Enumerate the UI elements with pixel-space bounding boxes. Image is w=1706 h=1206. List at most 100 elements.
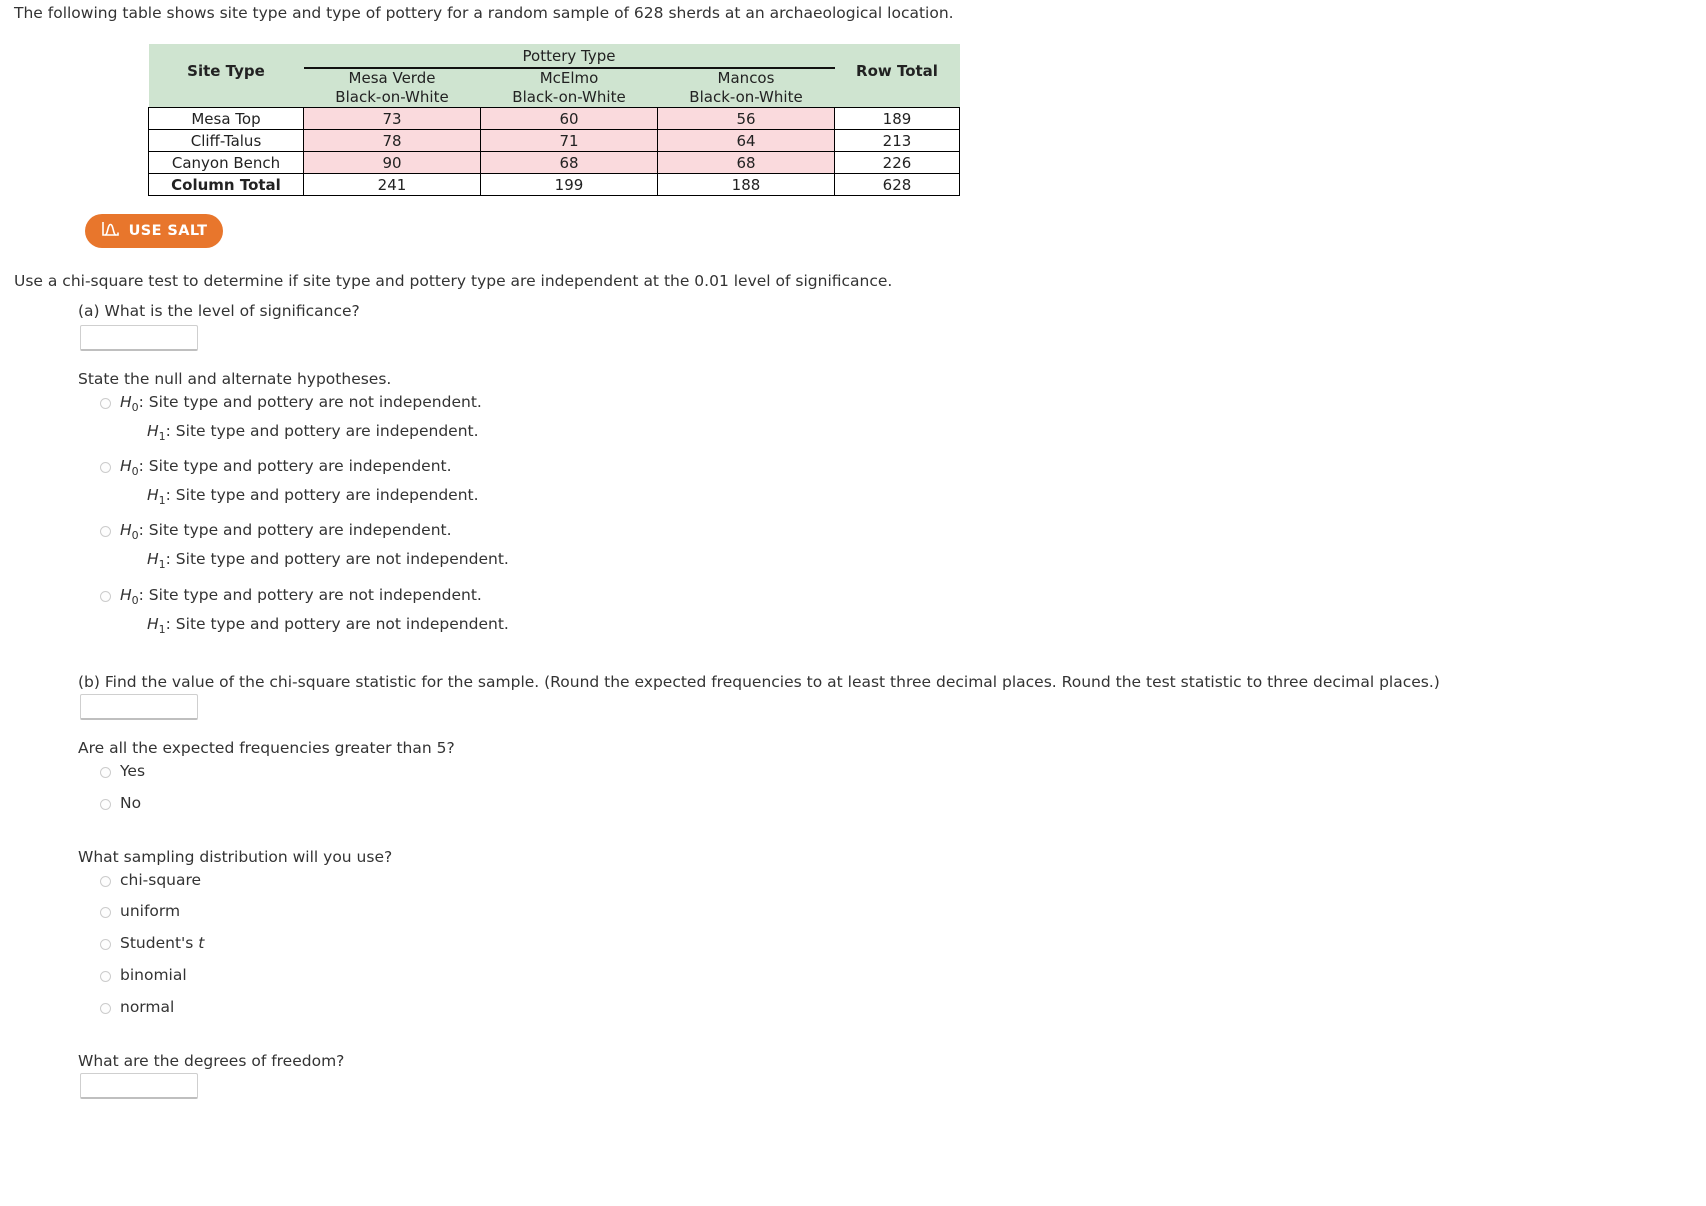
hypothesis-option-3-text: H0: Site type and pottery are independen… bbox=[120, 521, 509, 571]
sampling-option-binomial[interactable]: binomial bbox=[100, 966, 187, 985]
h1-subscript: 1 bbox=[158, 623, 166, 637]
intro-text: The following table shows site type and … bbox=[14, 4, 954, 22]
radio-button[interactable] bbox=[100, 971, 111, 982]
table-super-header-row: Site Type Pottery Type Row Total bbox=[148, 44, 960, 108]
row-total-cell: 189 bbox=[834, 107, 960, 130]
row-label: Cliff-Talus bbox=[148, 129, 304, 152]
part-a-answer-input[interactable] bbox=[80, 325, 198, 351]
h1-text: : Site type and pottery are not independ… bbox=[165, 615, 509, 634]
h1-text: : Site type and pottery are independent. bbox=[165, 486, 479, 505]
radio-button[interactable] bbox=[100, 526, 111, 537]
h0-line: H0: Site type and pottery are not indepe… bbox=[120, 393, 482, 414]
row-label: Canyon Bench bbox=[148, 151, 304, 174]
h0-text: : Site type and pottery are independent. bbox=[138, 457, 452, 475]
radio-button[interactable] bbox=[100, 799, 111, 810]
table-cell: 71 bbox=[480, 129, 658, 152]
h0-symbol: H bbox=[120, 457, 132, 475]
h1-symbol: H bbox=[147, 422, 159, 441]
row-label: Mesa Top bbox=[148, 107, 304, 130]
sampling-option-students-t[interactable]: Student's t bbox=[100, 934, 204, 953]
column-total-cell: 188 bbox=[657, 173, 835, 196]
table-row: Canyon Bench 90 68 68 226 bbox=[148, 151, 960, 174]
table-cell: 64 bbox=[657, 129, 835, 152]
column-header-line2: Black-on-White bbox=[512, 88, 626, 106]
column-total-cell: 199 bbox=[480, 173, 658, 196]
h1-symbol: H bbox=[147, 486, 159, 505]
option-label: No bbox=[120, 794, 142, 812]
h0-subscript: 0 bbox=[131, 594, 139, 608]
radio-button[interactable] bbox=[100, 767, 111, 778]
column-header-mesa-verde: Mesa Verde Black-on-White bbox=[303, 68, 481, 108]
radio-button[interactable] bbox=[100, 939, 111, 950]
h0-subscript: 0 bbox=[131, 401, 139, 415]
part-a-question: (a) What is the level of significance? bbox=[78, 302, 360, 320]
h1-line: H1: Site type and pottery are independen… bbox=[120, 486, 479, 507]
h1-subscript: 1 bbox=[158, 558, 166, 572]
table-cell: 56 bbox=[657, 107, 835, 130]
degrees-of-freedom-question: What are the degrees of freedom? bbox=[78, 1052, 345, 1070]
column-header-line2: Black-on-White bbox=[689, 88, 803, 106]
h0-line: H0: Site type and pottery are independen… bbox=[120, 457, 479, 478]
h1-line: H1: Site type and pottery are not indepe… bbox=[120, 615, 509, 636]
column-total-cell: 241 bbox=[303, 173, 481, 196]
h1-symbol: H bbox=[147, 550, 159, 569]
column-header-line2: Black-on-White bbox=[335, 88, 449, 106]
grand-total-cell: 628 bbox=[834, 173, 960, 196]
degrees-of-freedom-input[interactable] bbox=[80, 1073, 198, 1099]
table-cell: 60 bbox=[480, 107, 658, 130]
h0-line: H0: Site type and pottery are independen… bbox=[120, 521, 509, 542]
h1-subscript: 1 bbox=[158, 494, 166, 508]
h1-subscript: 1 bbox=[158, 430, 166, 444]
table-cell: 73 bbox=[303, 107, 481, 130]
option-label-students-t: Student's t bbox=[120, 934, 204, 953]
contingency-table-container: Site Type Pottery Type Row Total Mesa Ve… bbox=[148, 44, 960, 196]
sampling-distribution-question: What sampling distribution will you use? bbox=[78, 848, 393, 866]
h1-line: H1: Site type and pottery are independen… bbox=[120, 422, 482, 443]
site-type-header-cell: Site Type bbox=[148, 44, 304, 108]
part-b-answer-input[interactable] bbox=[80, 694, 198, 720]
sampling-option-chi-square[interactable]: chi-square bbox=[100, 871, 201, 890]
row-total-header-cell: Row Total bbox=[834, 44, 960, 108]
h0-symbol: H bbox=[120, 393, 132, 411]
column-header-line1: McElmo bbox=[539, 69, 599, 87]
h0-symbol: H bbox=[120, 521, 132, 539]
h0-subscript: 0 bbox=[131, 465, 139, 479]
expected-freq-option-yes[interactable]: Yes bbox=[100, 762, 145, 781]
sampling-option-uniform[interactable]: uniform bbox=[100, 902, 180, 921]
hypothesis-option-2[interactable]: H0: Site type and pottery are independen… bbox=[100, 457, 479, 507]
use-salt-button[interactable]: USE SALT bbox=[85, 214, 223, 248]
table-cell: 68 bbox=[657, 151, 835, 174]
radio-button[interactable] bbox=[100, 1003, 111, 1014]
hypothesis-option-4[interactable]: H0: Site type and pottery are not indepe… bbox=[100, 586, 509, 636]
h0-line: H0: Site type and pottery are not indepe… bbox=[120, 586, 509, 607]
table-cell: 90 bbox=[303, 151, 481, 174]
part-b-question: (b) Find the value of the chi-square sta… bbox=[78, 673, 1440, 691]
row-total-header-label: Row Total bbox=[834, 61, 960, 90]
radio-button[interactable] bbox=[100, 462, 111, 473]
hypothesis-option-1[interactable]: H0: Site type and pottery are not indepe… bbox=[100, 393, 482, 443]
option-label: normal bbox=[120, 998, 175, 1016]
option-label: binomial bbox=[120, 966, 187, 984]
radio-button[interactable] bbox=[100, 876, 111, 887]
option-label: uniform bbox=[120, 902, 181, 920]
use-salt-label: USE SALT bbox=[128, 223, 208, 239]
hypothesis-option-1-text: H0: Site type and pottery are not indepe… bbox=[120, 393, 482, 443]
option-label: chi-square bbox=[120, 871, 202, 889]
row-total-cell: 213 bbox=[834, 129, 960, 152]
h1-text: : Site type and pottery are independent. bbox=[165, 422, 479, 441]
radio-button[interactable] bbox=[100, 907, 111, 918]
option-label: Yes bbox=[120, 762, 146, 780]
hypothesis-option-2-text: H0: Site type and pottery are independen… bbox=[120, 457, 479, 507]
normal-curve-icon bbox=[101, 221, 120, 241]
h0-text: : Site type and pottery are not independ… bbox=[138, 393, 482, 411]
radio-button[interactable] bbox=[100, 398, 111, 409]
expected-freq-option-no[interactable]: No bbox=[100, 794, 141, 813]
expected-frequencies-question: Are all the expected frequencies greater… bbox=[78, 739, 455, 757]
table-cell: 78 bbox=[303, 129, 481, 152]
hypothesis-option-4-text: H0: Site type and pottery are not indepe… bbox=[120, 586, 509, 636]
sampling-option-normal[interactable]: normal bbox=[100, 998, 174, 1017]
site-type-header-label: Site Type bbox=[148, 61, 304, 90]
radio-button[interactable] bbox=[100, 591, 111, 602]
hypothesis-option-3[interactable]: H0: Site type and pottery are independen… bbox=[100, 521, 509, 571]
h1-line: H1: Site type and pottery are not indepe… bbox=[120, 550, 509, 571]
